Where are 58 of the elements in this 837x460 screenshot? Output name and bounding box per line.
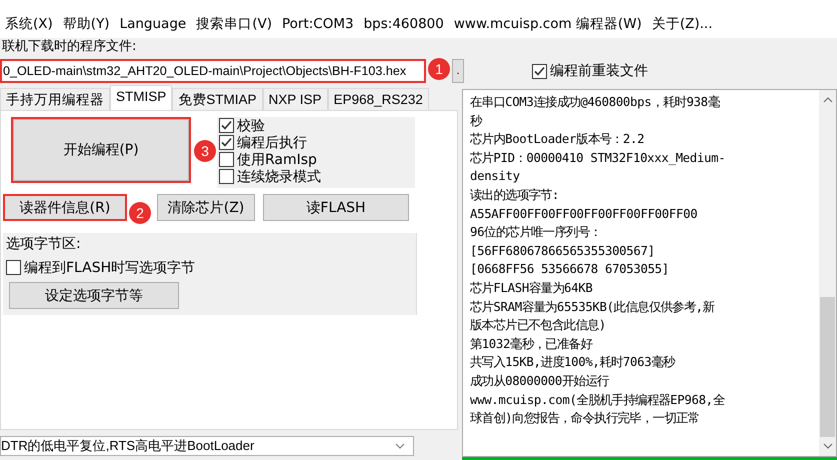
check-icon xyxy=(221,137,232,148)
tab[interactable]: STMISP xyxy=(110,85,172,110)
reset-mode-dropdown[interactable]: DTR的低电平复位,RTS高电平进BootLoader xyxy=(0,436,414,456)
scroll-up-icon[interactable] xyxy=(822,96,832,103)
callout-badge: 3 xyxy=(194,140,216,162)
group-title: 选项字节区: xyxy=(6,235,82,253)
checkbox[interactable]: 编程前重装文件 xyxy=(532,62,648,80)
log-line: 球首创)向您报告，命令执行完毕，一切正常 xyxy=(470,410,700,428)
menu-item[interactable]: 搜索串口(V) xyxy=(193,15,279,33)
checkbox[interactable]: 使用RamIsp xyxy=(219,151,415,168)
log-line: A55AFF00FF00FF00FF00FF00FF00FF00 xyxy=(470,206,698,223)
menu-item[interactable]: 关于(Z)... xyxy=(648,15,720,33)
menu-item[interactable]: 帮助(Y) xyxy=(60,15,117,33)
menu-item[interactable]: bps:460800 xyxy=(360,16,451,32)
start-program-button[interactable]: 开始编程(P) xyxy=(11,117,191,183)
callout-badge: 2 xyxy=(129,202,151,224)
scroll-down-icon[interactable] xyxy=(822,443,832,450)
callout-badge: 1 xyxy=(428,58,450,80)
log-line: 秒 xyxy=(470,112,484,130)
action-button[interactable]: 清除芯片(Z) xyxy=(157,194,255,221)
log-line: 芯片SRAM容量为65535KB(此信息仅供参考,新 xyxy=(470,298,716,316)
tab[interactable]: EP968_RS232 xyxy=(328,88,429,110)
scroll-thumb[interactable] xyxy=(820,297,835,437)
log-line: 芯片PID：00000410 STM32F10xxx_Medium- xyxy=(470,150,726,167)
action-button[interactable]: 读器件信息(R) xyxy=(3,194,127,221)
log-line: 第1032毫秒，已准备好 xyxy=(470,336,594,353)
scrollbar[interactable] xyxy=(819,90,836,456)
log-line: 共写入15KB,进度100%,耗时7063毫秒 xyxy=(470,354,676,372)
log-line: 芯片内BootLoader版本号：2.2 xyxy=(470,131,646,148)
log-line: www.mcuisp.com(全脱机手持编程器EP968,全 xyxy=(470,392,726,408)
log-line: 96位的芯片唯一序列号： xyxy=(470,224,602,242)
check-icon xyxy=(534,66,545,76)
checkbox[interactable]: 连续烧录模式 xyxy=(219,168,415,185)
log-line: 芯片FLASH容量为64KB xyxy=(470,280,594,297)
log-line: 版本芯片已不包含此信息) xyxy=(470,317,607,334)
tab[interactable]: NXP ISP xyxy=(262,88,328,110)
tab[interactable]: 手持万用编程器 xyxy=(0,88,110,110)
menu-item[interactable]: 系统(X) xyxy=(2,15,60,33)
set-option-bytes-button[interactable]: 设定选项字节等 xyxy=(9,282,179,309)
check-icon xyxy=(221,120,232,131)
log-line: density xyxy=(470,168,521,186)
action-button[interactable]: 读FLASH xyxy=(263,194,409,221)
menu-item[interactable]: Port:COM3 xyxy=(278,16,361,32)
checkbox[interactable]: 校验 xyxy=(219,117,415,134)
checkbox[interactable]: 编程到FLASH时写选项字节 xyxy=(6,259,416,276)
log-line: 成功从08000000开始运行 xyxy=(470,372,610,390)
chevron-down-icon xyxy=(395,443,405,449)
log-line: [56FF68067866565355300567] xyxy=(470,242,656,260)
file-path-field[interactable]: 0_OLED-main\stm32_AHT20_OLED-main\Project\Objects\BH-F103.hex xyxy=(0,59,426,83)
tab[interactable]: 免费STMIAP xyxy=(172,88,263,110)
file-label: 联机下载时的程序文件: xyxy=(1,38,138,56)
log-line: 读出的选项字节: xyxy=(470,186,560,204)
menu-item[interactable]: www.mcuisp.com 编程器(W) xyxy=(450,15,649,33)
checkbox[interactable]: 编程后执行 xyxy=(219,134,415,151)
menu-item[interactable]: Language xyxy=(116,16,194,32)
log-line: [0668FF56 53566678 67053055] xyxy=(470,261,670,278)
log-line: 在串口COM3连接成功@460800bps，耗时938毫 xyxy=(470,94,721,111)
browse-button[interactable]: . xyxy=(452,59,464,83)
